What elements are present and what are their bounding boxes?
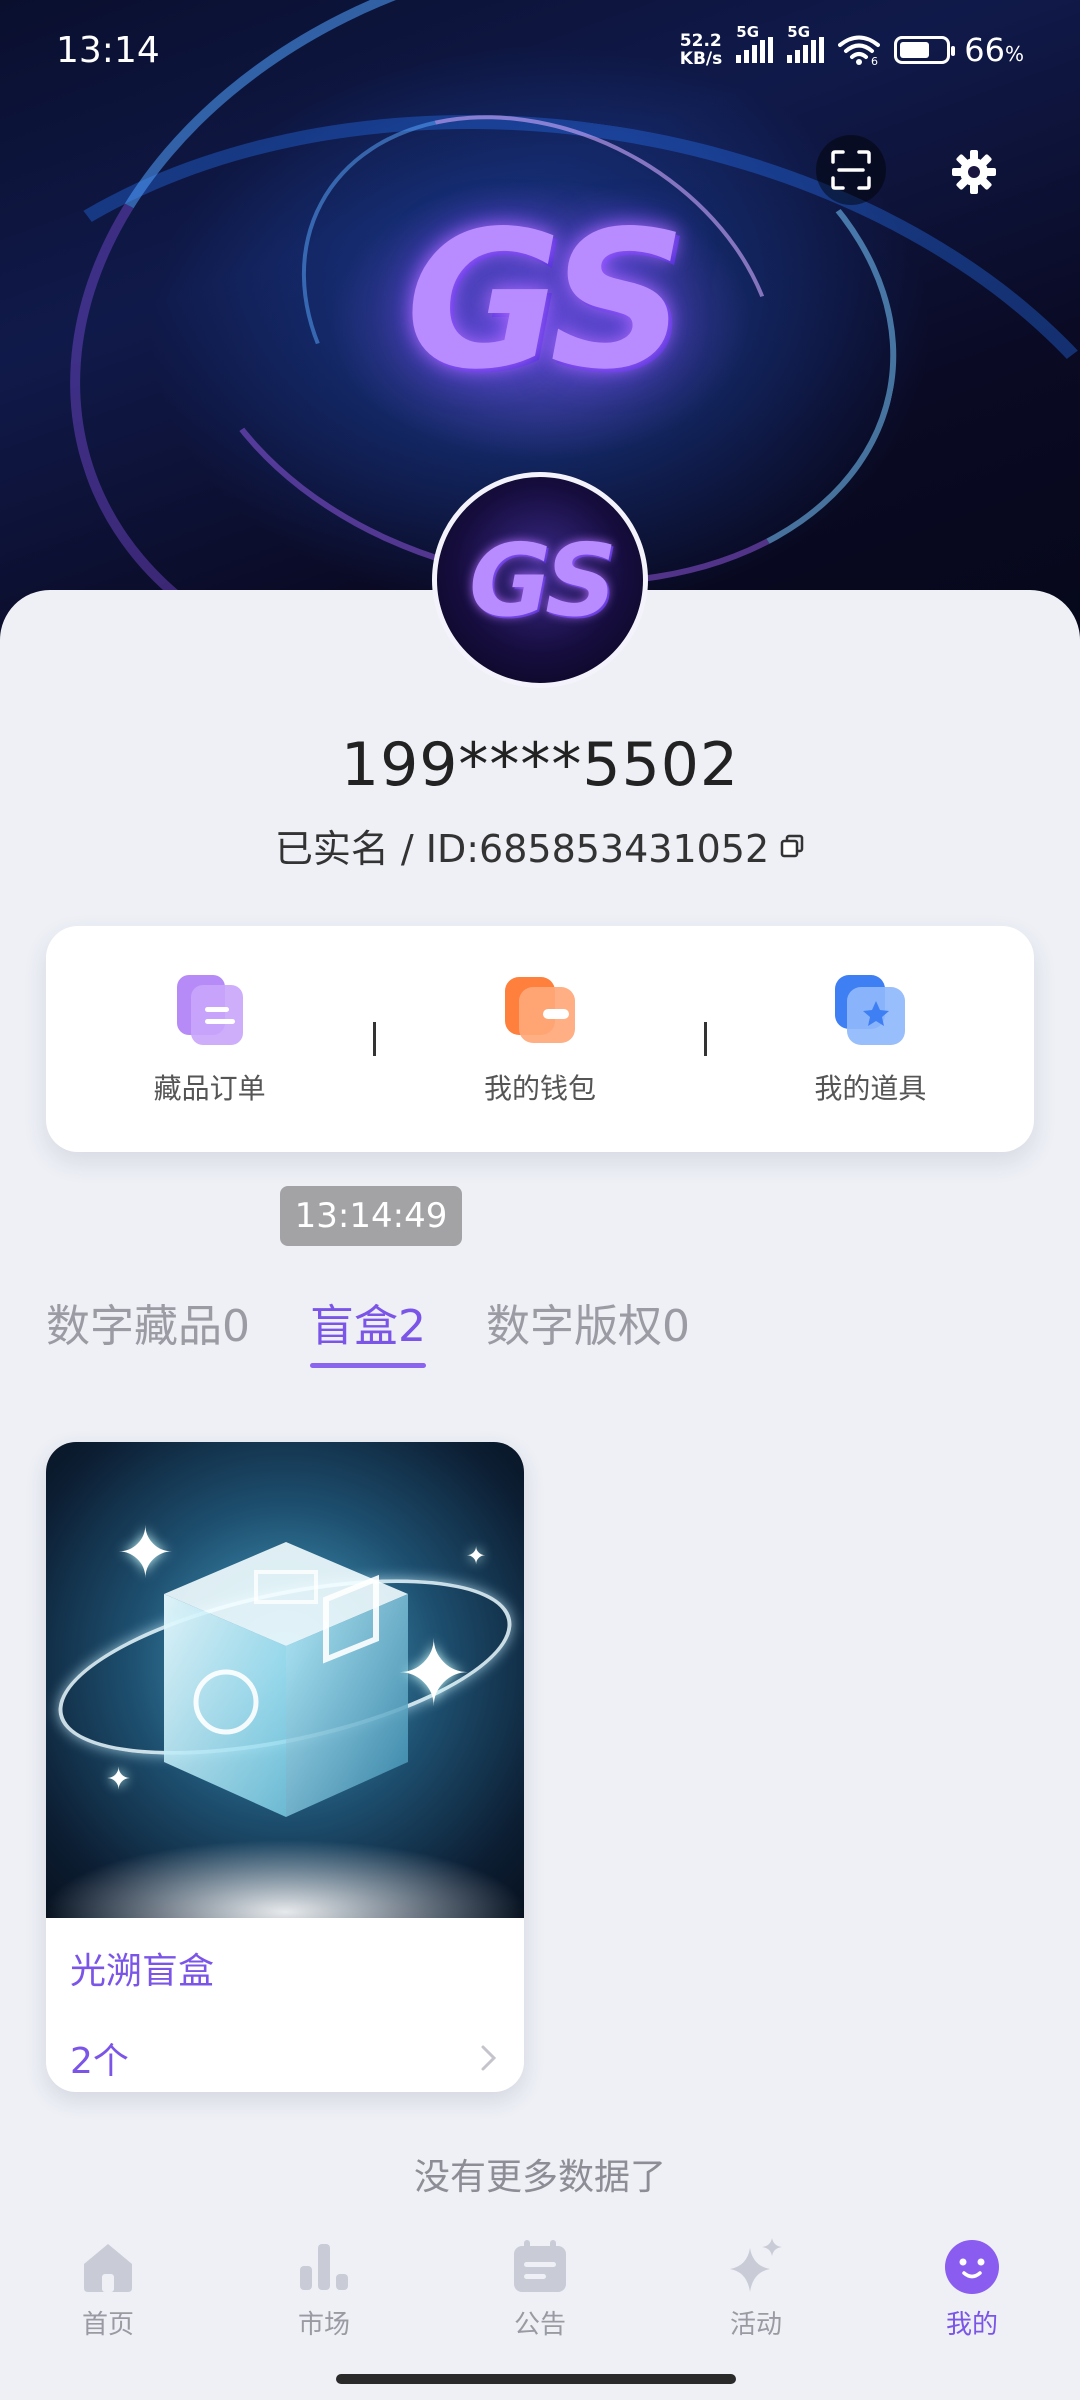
scan-button[interactable] [816, 135, 886, 205]
avatar-logo: GS [468, 521, 617, 639]
nav-label: 市场 [297, 2310, 350, 2340]
collection-tabs: 数字藏品0 盲盒2 数字版权0 [46, 1290, 690, 1368]
tab-digital-copyright[interactable]: 数字版权0 [486, 1290, 690, 1368]
shortcut-label: 藏品订单 [153, 1072, 266, 1105]
no-more-data: 没有更多数据了 [413, 2157, 666, 2198]
username: 199****5502 [340, 730, 740, 800]
chevron-right-icon [481, 2045, 497, 2071]
user-id-line: 已实名 / ID:685853431052 [0, 818, 1080, 873]
status-time: 13:14 [56, 29, 160, 71]
shortcuts-card: 藏品订单 我的钱包 我的道具 [46, 926, 1034, 1152]
crystal-cube [164, 1542, 408, 1817]
wifi-badge: 6 [871, 55, 878, 66]
nav-label: 首页 [81, 2310, 134, 2340]
sparkle-decoration: ✦ [106, 1762, 132, 1797]
shortcut-label: 我的钱包 [483, 1072, 596, 1105]
sparkle-icon [730, 2238, 782, 2292]
signal-sim1-icon: 5G [736, 23, 774, 63]
banner-logo: GS [405, 189, 687, 411]
gear-icon [952, 150, 996, 194]
blind-box-count: 2个 [70, 2041, 129, 2082]
shortcut-wallet[interactable]: 我的钱包 [376, 971, 703, 1107]
tab-digital-collectibles[interactable]: 数字藏品0 [46, 1290, 250, 1368]
wifi-icon: 6 [838, 35, 881, 66]
nav-announcement[interactable]: 公告 [432, 2210, 648, 2400]
avatar[interactable]: GS [432, 472, 648, 688]
blind-box-info: 光溯盲盒 2个 [46, 1918, 524, 2092]
tab-blind-box[interactable]: 盲盒2 [310, 1290, 426, 1368]
nav-label: 活动 [729, 2310, 782, 2340]
blind-box-image: ✦ ✦ ✦ ✦ [46, 1442, 524, 1918]
nav-label: 我的 [945, 2310, 998, 2340]
order-icon [176, 975, 243, 1045]
nav-market[interactable]: 市场 [216, 2210, 432, 2400]
battery-percent: 66% [964, 31, 1024, 69]
time-toast: 13:14:49 [280, 1186, 462, 1246]
sparkle-decoration: ✦ [396, 1622, 472, 1727]
nav-label: 公告 [513, 2310, 566, 2340]
sparkle-decoration: ✦ [466, 1542, 487, 1570]
wallet-icon [504, 977, 575, 1043]
props-icon [835, 975, 906, 1045]
shortcut-label: 我的道具 [814, 1072, 927, 1105]
scan-icon [831, 150, 871, 190]
nav-activity[interactable]: 活动 [648, 2210, 864, 2400]
home-icon [84, 2244, 132, 2292]
status-bar: 13:14 52.2 KB/s 5G 5G 6 66% [0, 0, 1080, 100]
battery-icon [894, 36, 956, 64]
blind-box-count-row: 2个 [70, 2032, 500, 2084]
settings-button[interactable] [942, 140, 1006, 204]
blind-box-card[interactable]: ✦ ✦ ✦ ✦ 光溯盲盒 2个 [46, 1442, 524, 2092]
bottom-nav: 首页 市场 公告 活动 我的 [0, 2210, 1080, 2400]
status-icons: 52.2 KB/s 5G 5G 6 66% [679, 23, 1024, 69]
signal-sim2-icon: 5G [787, 23, 825, 63]
profile-face-icon [945, 2240, 999, 2294]
nav-profile[interactable]: 我的 [864, 2210, 1080, 2400]
blind-box-name: 光溯盲盒 [70, 1951, 215, 1992]
announcement-icon [514, 2240, 566, 2292]
copy-icon[interactable] [779, 833, 805, 859]
shortcut-orders[interactable]: 藏品订单 [46, 971, 373, 1107]
network-speed: 52.2 KB/s [679, 31, 723, 69]
user-id-text: 已实名 / ID:685853431052 [274, 827, 770, 871]
sparkle-decoration: ✦ [116, 1512, 175, 1594]
nav-home[interactable]: 首页 [0, 2210, 216, 2400]
market-chart-icon [300, 2244, 348, 2290]
home-indicator[interactable] [336, 2374, 736, 2384]
shortcut-props[interactable]: 我的道具 [707, 971, 1034, 1107]
